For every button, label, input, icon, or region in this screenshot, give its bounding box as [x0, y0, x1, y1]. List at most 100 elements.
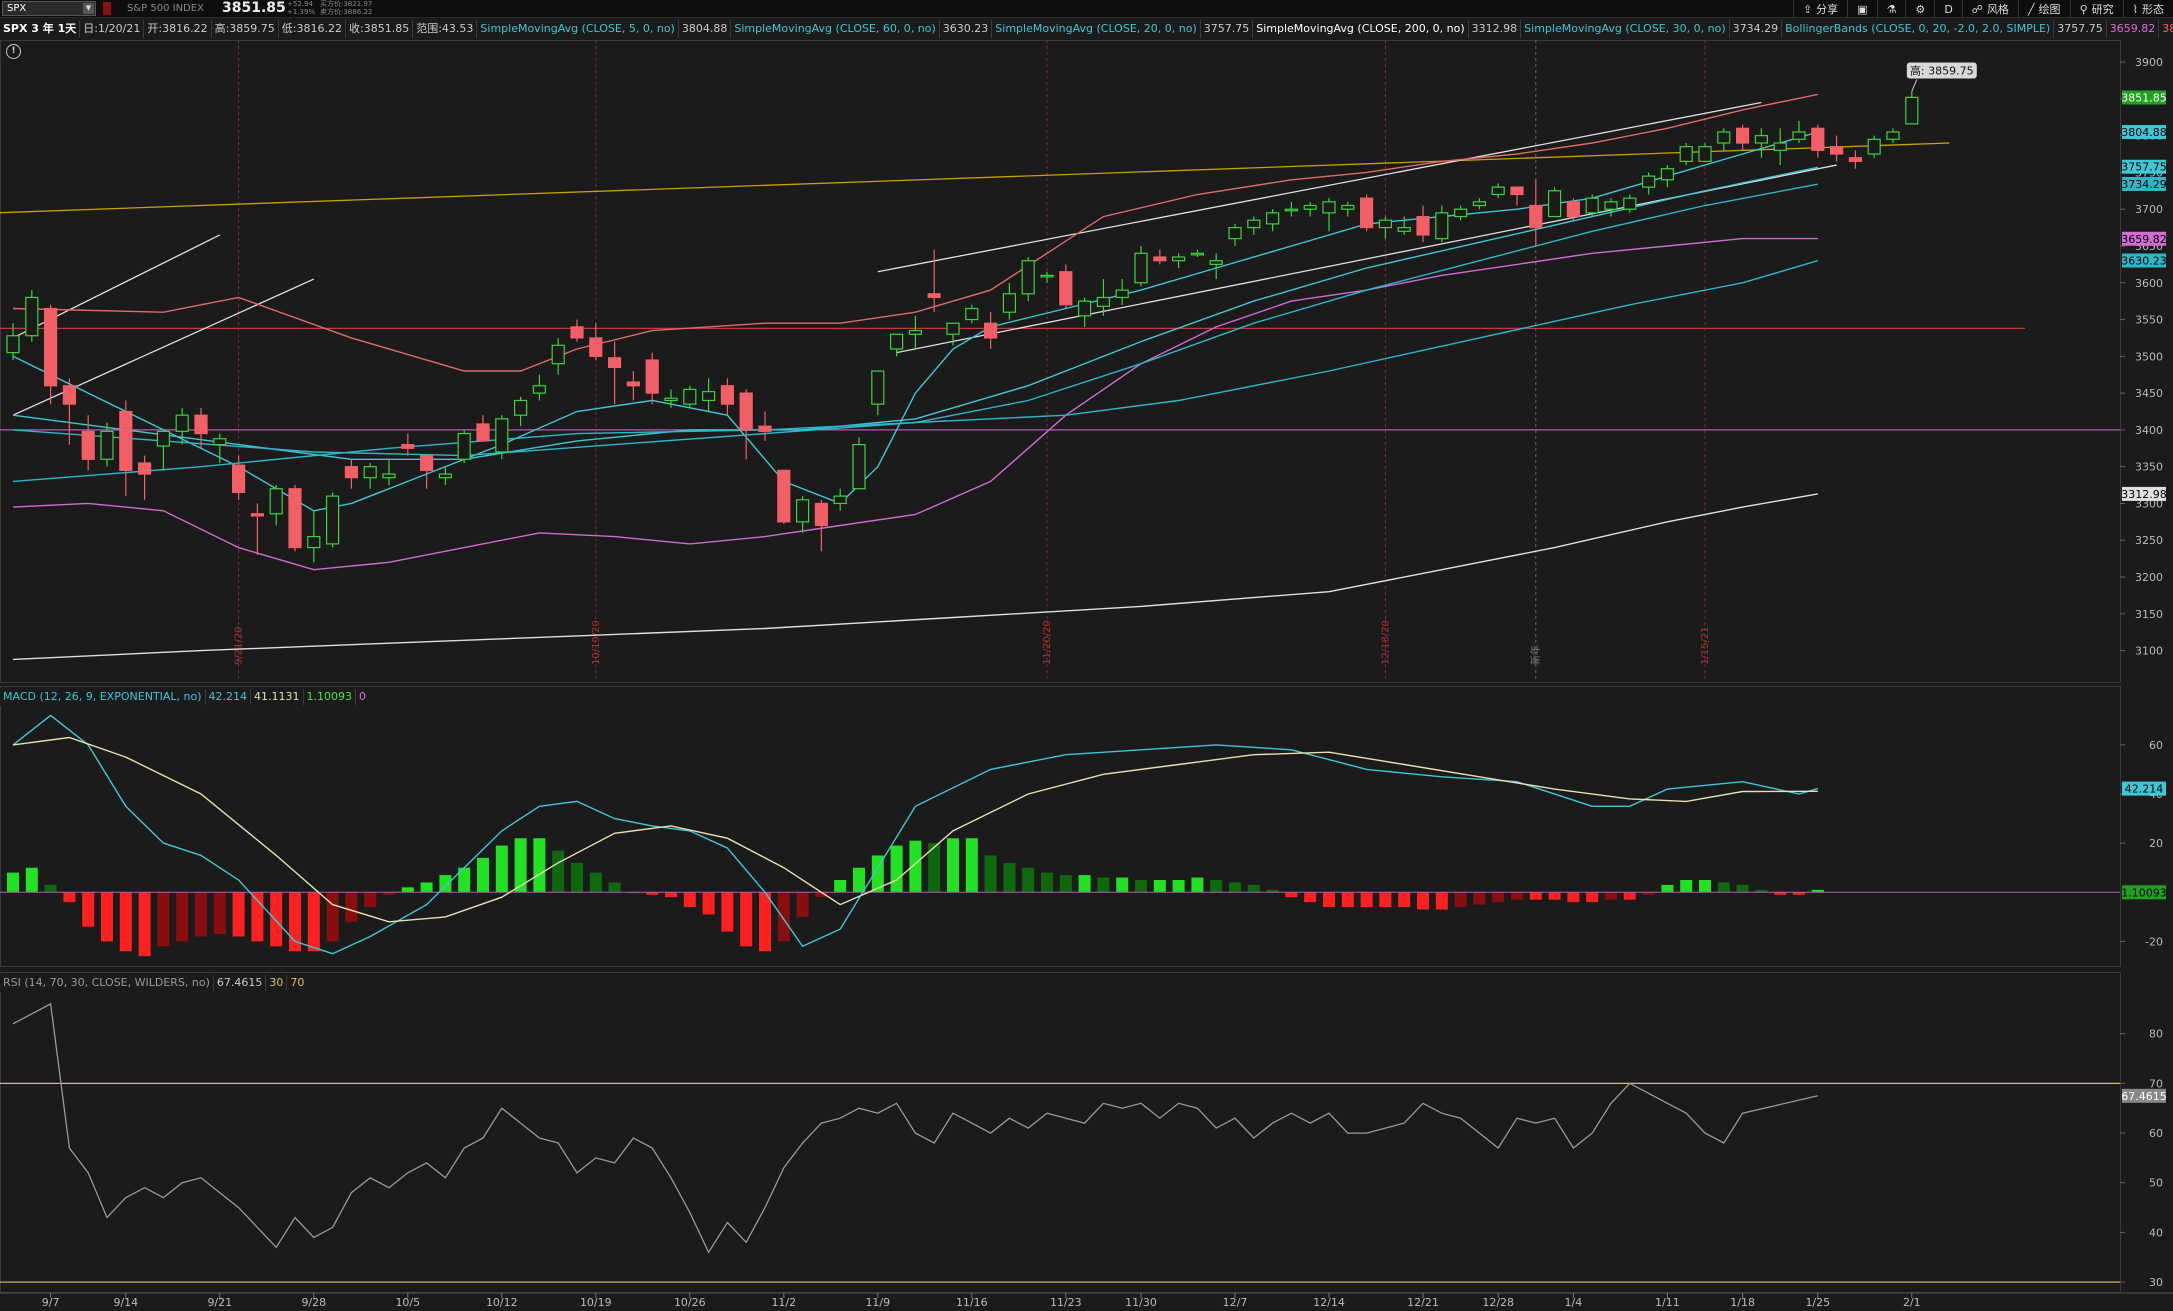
macd-histogram-bar — [119, 892, 132, 952]
high-label: 高: 3859.75 — [1910, 63, 1974, 77]
candle-body — [983, 322, 998, 339]
macd-histogram-bar — [101, 892, 113, 942]
macd-histogram-bar — [1041, 872, 1053, 893]
time-axis-label: 9/14 — [113, 1296, 138, 1309]
candle-body — [1547, 190, 1562, 218]
candle-body — [1754, 135, 1769, 144]
time-axis-label: 9/7 — [42, 1296, 60, 1309]
candle-body — [1378, 219, 1393, 229]
macd-diff: 1.10093 — [302, 689, 356, 705]
time-axis-label: 10/26 — [674, 1296, 706, 1309]
rsi-pane-frame — [0, 972, 2121, 1293]
rsi-line — [12, 1002, 1818, 1254]
macd-histogram-bar — [740, 892, 753, 947]
macd-histogram-bar — [514, 838, 527, 893]
time-axis-label: 9/21 — [207, 1296, 232, 1309]
macd-histogram-bar — [1229, 882, 1241, 893]
macd-histogram-bar — [63, 892, 76, 903]
candle-body — [852, 443, 866, 490]
price-axis-tick-label: 3500 — [2135, 350, 2163, 363]
time-axis-label: 1/4 — [1565, 1296, 1583, 1309]
macd-histogram-bar — [1417, 892, 1429, 910]
macd-histogram-bar — [1097, 877, 1110, 893]
macd-histogram-bar — [965, 838, 978, 893]
candle-body — [232, 464, 246, 494]
candle-body — [1134, 252, 1148, 284]
macd-histogram-bar — [1398, 892, 1411, 908]
price-axis-tick-label: 3150 — [2135, 608, 2163, 621]
macd-histogram-bar — [984, 855, 997, 893]
time-axis-label: 12/14 — [1313, 1296, 1345, 1309]
candle-body — [795, 499, 810, 523]
candle-body — [570, 326, 584, 339]
candle-body — [1341, 204, 1355, 210]
macd-histogram-bar — [1323, 892, 1335, 908]
price-axis-tick-label: 3250 — [2135, 534, 2163, 547]
macd-histogram-bar — [270, 892, 283, 947]
candle-body — [1848, 157, 1863, 162]
time-axis-label: 12/28 — [1482, 1296, 1514, 1309]
macd-histogram-bar — [138, 892, 151, 957]
macd-histogram-bar — [1548, 892, 1561, 900]
price-axis-tick-label: 3400 — [2135, 424, 2163, 437]
macd-histogram-bar — [1699, 880, 1711, 893]
macd-zero: 0 — [355, 689, 369, 705]
candle-body — [1284, 208, 1299, 212]
macd-histogram-bar — [25, 867, 38, 893]
candle-body — [1171, 256, 1186, 262]
candle-body — [344, 466, 358, 479]
macd-histogram-bar — [1135, 880, 1147, 893]
candle-body — [457, 432, 471, 460]
candle-body — [645, 359, 659, 394]
candle-body — [1303, 204, 1317, 210]
candle-body — [1717, 131, 1731, 144]
macd-histogram-bar — [721, 892, 734, 932]
candle-body — [1641, 175, 1656, 188]
alert-icon[interactable]: ! — [6, 44, 21, 59]
macd-histogram-bar — [1605, 892, 1617, 900]
candle-body — [213, 438, 227, 446]
time-axis-label: 2/1 — [1903, 1296, 1921, 1309]
candle-body — [6, 335, 20, 354]
candle-body — [138, 462, 152, 475]
candle-body — [100, 430, 114, 460]
macd-label[interactable]: MACD (12, 26, 9, EXPONENTIAL, no) — [0, 689, 205, 705]
candle-body — [1679, 146, 1693, 162]
macd-histogram-bar — [307, 892, 320, 952]
rsi-axis-tick-label: 80 — [2149, 1028, 2163, 1041]
candle-body — [1002, 293, 1017, 313]
candle-body — [1453, 208, 1468, 218]
candle-body — [739, 392, 753, 431]
macd-histogram-bar — [1661, 884, 1674, 893]
event-label: 1/15/21 — [1700, 626, 1711, 665]
chart-canvas[interactable]: 3900385038003750370036503600355035003450… — [0, 0, 2173, 1311]
macd-histogram-bar — [1116, 877, 1129, 893]
candle-body — [664, 397, 678, 402]
macd-histogram-bar — [571, 862, 583, 893]
price-axis-tick-label: 3100 — [2135, 645, 2163, 658]
macd-histogram-bar — [1435, 892, 1448, 910]
price-label: 3659.82 — [2121, 233, 2167, 246]
macd-histogram-bar — [157, 892, 170, 947]
candle-body — [927, 293, 941, 299]
macd-histogram-bar — [1529, 892, 1542, 900]
candle-body — [119, 410, 133, 471]
macd-histogram-bar — [232, 892, 245, 937]
macd-histogram-bar — [1078, 875, 1091, 893]
macd-axis-tick-label: 20 — [2149, 837, 2163, 850]
candle-body — [777, 469, 791, 523]
series-line-bb-lower — [12, 237, 1818, 571]
macd-histogram-bar — [702, 892, 715, 915]
macd-histogram-bar — [401, 887, 414, 893]
rsi-label[interactable]: RSI (14, 70, 30, CLOSE, WILDERS, no) — [0, 975, 213, 991]
rsi-overbought: 70 — [286, 975, 307, 991]
price-axis-tick-label: 3550 — [2135, 314, 2163, 327]
macd-histogram-bar — [947, 838, 959, 893]
candle-body — [1322, 201, 1336, 214]
time-axis-label: 11/16 — [956, 1296, 988, 1309]
time-axis-label: 12/7 — [1223, 1296, 1248, 1309]
macd-histogram-bar — [1623, 892, 1636, 900]
macd-histogram-bar — [1379, 892, 1392, 908]
candle-body — [1059, 271, 1073, 306]
candle-body — [1623, 197, 1637, 210]
